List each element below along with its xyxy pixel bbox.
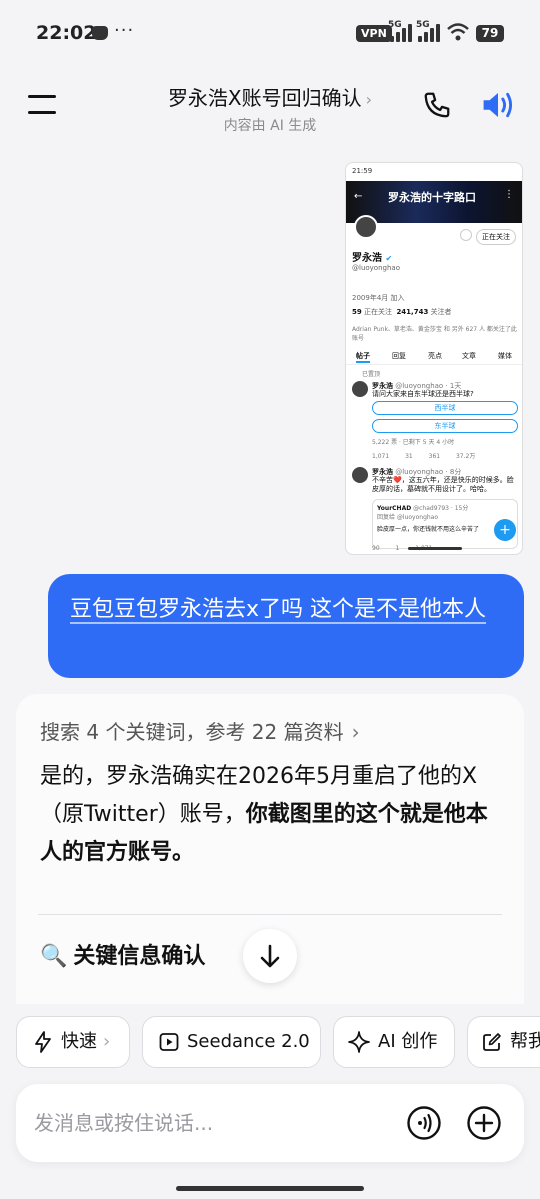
quick-action-chips: 快速› Seedance 2.0 AI 创作 帮我 bbox=[0, 1016, 540, 1068]
thumb-tab: 亮点 bbox=[428, 352, 442, 360]
chip-ai-create[interactable]: AI 创作 bbox=[333, 1016, 455, 1068]
lightning-icon bbox=[35, 1031, 51, 1053]
chip-fast-mode[interactable]: 快速 › bbox=[16, 1016, 130, 1068]
user-message-bubble[interactable]: 豆包豆包罗永浩去x了吗 这个是不是他本人 bbox=[48, 574, 524, 678]
attached-screenshot[interactable]: 21:59 ← 罗永浩的十字路口 ⋮ 正在关注 罗永浩 ✔ @luoyongha… bbox=[345, 162, 523, 555]
compose-plus-icon: + bbox=[494, 519, 516, 541]
bell-icon bbox=[460, 229, 472, 241]
scroll-to-bottom-button[interactable] bbox=[243, 929, 297, 983]
message-input[interactable] bbox=[34, 1106, 394, 1140]
avatar bbox=[352, 381, 368, 397]
user-message-text: 豆包豆包罗永浩去x了吗 这个是不是他本人 bbox=[70, 597, 487, 622]
thumb-status-time: 21:59 bbox=[352, 167, 373, 175]
answer-text: 是的，罗永浩确实在2026年5月重启了他的X（原Twitter）账号，你截图里的… bbox=[40, 764, 488, 865]
game-controller-icon bbox=[92, 26, 108, 40]
conversation-title-area[interactable]: 罗永浩X账号回归确认 › 内容由 AI 生成 bbox=[140, 82, 400, 135]
network-type-label: 5G bbox=[388, 20, 402, 30]
avatar bbox=[352, 467, 368, 483]
status-more-dots: ··· bbox=[114, 20, 135, 41]
chevron-right-icon: › bbox=[365, 90, 373, 109]
thumb-profile-name: 罗永浩 ✔ bbox=[352, 253, 393, 264]
network-type-label: 5G bbox=[416, 20, 430, 30]
thumb-followed-by: Adrian Punk、草老浩、黄金莎宝 和 另外 627 人 都关注了此账号 bbox=[352, 326, 517, 342]
thumb-handle: @luoyonghao bbox=[352, 264, 400, 272]
add-attachment-icon[interactable] bbox=[466, 1105, 502, 1141]
wifi-icon bbox=[447, 23, 469, 41]
thumb-poll-option: 东半球 bbox=[372, 419, 518, 433]
thumb-pinned-label: 已置顶 bbox=[362, 371, 381, 378]
arrow-down-icon bbox=[260, 944, 280, 968]
divider bbox=[38, 914, 502, 915]
chat-header: 罗永浩X账号回归确认 › 内容由 AI 生成 bbox=[0, 70, 540, 140]
status-bar: 22:02 ··· VPN 5G 5G 79 bbox=[0, 0, 540, 70]
avatar bbox=[354, 215, 378, 239]
thumb-poll-option: 西半球 bbox=[372, 401, 518, 415]
thumb-tab: 文章 bbox=[462, 352, 476, 360]
sparkle-icon bbox=[348, 1031, 370, 1053]
thumb-poll-meta: 5,222 票 · 已剩下 5 天 4 小时 bbox=[372, 439, 455, 446]
edit-icon bbox=[483, 1033, 501, 1051]
more-icon: ⋮ bbox=[504, 189, 514, 200]
thumb-post-actions: 1,071 31 361 37.2万 bbox=[372, 453, 476, 460]
message-input-bar bbox=[16, 1084, 524, 1162]
signal-icon: 5G bbox=[388, 20, 412, 42]
chip-seedance[interactable]: Seedance 2.0 bbox=[142, 1016, 321, 1068]
thumb-stats: 59 正在关注 241,743 关注者 bbox=[352, 308, 452, 316]
chevron-right-icon: › bbox=[351, 720, 360, 744]
phone-call-icon[interactable] bbox=[422, 90, 452, 120]
vpn-badge: VPN bbox=[356, 25, 392, 42]
speaker-icon[interactable] bbox=[480, 88, 516, 122]
status-time: 22:02 bbox=[36, 22, 97, 44]
voice-call-icon[interactable] bbox=[406, 1105, 442, 1141]
search-summary-link[interactable]: 搜索 4 个关键词，参考 22 篇资料 › bbox=[40, 716, 360, 745]
video-play-icon bbox=[159, 1033, 179, 1051]
verified-badge-icon: ✔ bbox=[385, 254, 393, 263]
battery-indicator: 79 bbox=[476, 25, 504, 42]
ai-disclaimer: 内容由 AI 生成 bbox=[223, 118, 317, 134]
back-arrow-icon: ← bbox=[354, 191, 363, 202]
thumb-tab: 回复 bbox=[392, 352, 406, 360]
menu-icon[interactable] bbox=[28, 95, 56, 115]
thumb-banner-title: 罗永浩的十字路口 bbox=[388, 191, 476, 204]
thumb-tab: 媒体 bbox=[498, 352, 512, 360]
thumb-joined-date: 2009年4月 加入 bbox=[352, 294, 405, 302]
magnifier-icon: 🔍 bbox=[40, 944, 68, 969]
signal-icon: 5G bbox=[416, 20, 440, 42]
conversation-title[interactable]: 罗永浩X账号回归确认 bbox=[168, 82, 362, 111]
thumb-home-indicator bbox=[408, 547, 462, 550]
chip-help-write[interactable]: 帮我 bbox=[467, 1016, 540, 1068]
thumb-tabs: 帖子 回复 亮点 文章 媒体 bbox=[346, 349, 522, 365]
home-indicator bbox=[176, 1186, 364, 1191]
chat-page: 22:02 ··· VPN 5G 5G 79 罗永浩X账号回归确认 › 内容由 A… bbox=[0, 0, 540, 1199]
thumb-follow-button: 正在关注 bbox=[476, 229, 516, 245]
thumb-tab: 帖子 bbox=[356, 351, 370, 363]
section-heading: 🔍 关键信息确认 bbox=[40, 944, 206, 969]
